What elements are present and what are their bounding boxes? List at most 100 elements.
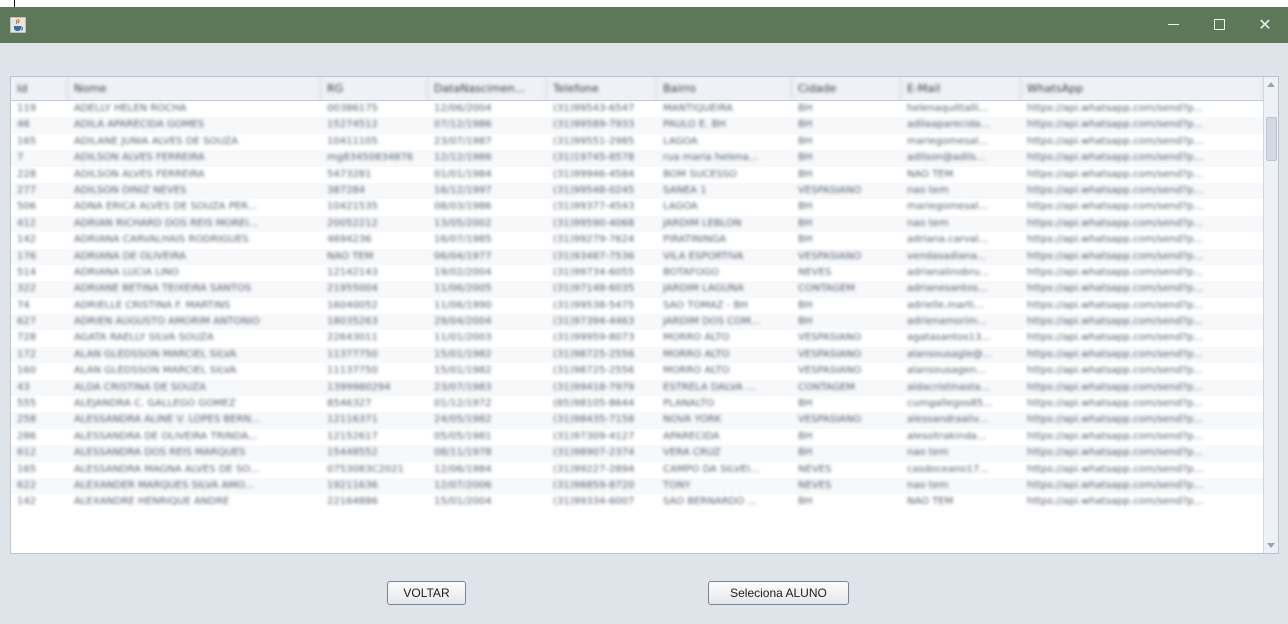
column-header[interactable]: WhatsApp xyxy=(1021,77,1264,100)
table-cell: ADILSON ALVES FERREIRA xyxy=(74,152,205,164)
table-cell: (31)99538-5475 xyxy=(553,299,635,311)
table-cell: (31)98435-7158 xyxy=(553,414,635,426)
table-row[interactable]: 622 ALEXANDER MARQUES SILVA AMO... 1921163… xyxy=(11,477,1264,495)
scrollbar-thumb[interactable] xyxy=(1266,117,1277,161)
table-row[interactable]: 728 AGATA RAELLY SILVA SOUZA 22643011 11/01… xyxy=(11,330,1264,346)
column-header[interactable]: Nome xyxy=(68,77,321,100)
table-row[interactable]: 555 ALEJANDRA C. GALLEGO GOMEZ 8546327 01/1… xyxy=(11,396,1264,412)
table-row[interactable]: 277 ADILSON DINIZ NEVES 387284 16/12/1997 (3… xyxy=(11,182,1264,200)
table-row[interactable]: 412 ADRIAN RICHARD DOS REIS MOREI... 20052… xyxy=(11,215,1264,233)
column-header[interactable]: DataNascimen... xyxy=(428,77,547,100)
table-cell: 119 xyxy=(17,103,37,114)
table-cell: VESPASIANO xyxy=(798,414,862,426)
table-cell: VILA ESPORTIVA xyxy=(663,250,744,262)
minimize-button[interactable] xyxy=(1150,7,1196,43)
table-cell: BOTAFOGO xyxy=(663,266,719,278)
table-cell: 05/05/1981 xyxy=(434,430,492,442)
table-cell: 43 xyxy=(17,381,30,393)
table-cell: JARDIM LAGUNA xyxy=(663,283,744,295)
table-cell: 11137750 xyxy=(327,365,378,377)
table-cell: (31)99590-4068 xyxy=(553,217,635,229)
column-header[interactable]: RG xyxy=(321,77,428,100)
title-bar: ✕ xyxy=(0,7,1288,43)
table-cell: 12/06/1984 xyxy=(434,463,492,475)
column-header[interactable]: Telefone xyxy=(547,77,657,100)
table-cell: 4694236 xyxy=(327,234,372,246)
table-row[interactable]: 165 ALESSANDRA MAGNA ALVES DE SO... 075308… xyxy=(11,462,1264,478)
table-row[interactable]: 322 ADRIANE BETINA TEIXEIRA SANTOS 2195500… xyxy=(11,281,1264,298)
table-cell: ADRIEN AUGUSTO AMORIM ANTONIO xyxy=(74,316,260,328)
table-cell: https://api.whatsapp.com/send?p... xyxy=(1027,217,1204,229)
table-cell: (31)99543-6547 xyxy=(553,103,635,114)
table-row[interactable]: 228 ADILSON ALVES FERREIRA 5473281 01/01/19… xyxy=(11,167,1264,183)
table-cell: 08/11/1978 xyxy=(434,447,492,459)
table-cell: (31)99959-8073 xyxy=(553,332,635,344)
table-cell: 622 xyxy=(17,479,37,491)
column-header[interactable]: E-Mail xyxy=(901,77,1021,100)
table-cell: APARECIDA xyxy=(663,430,720,442)
table-cell: 11/01/2003 xyxy=(434,332,492,344)
table-row[interactable]: 172 ALAN GLEDSSON MARCIEL SILVA 11377750 15… xyxy=(11,346,1264,364)
close-button[interactable]: ✕ xyxy=(1242,7,1288,43)
table-cell: NEVES xyxy=(798,463,832,475)
column-header[interactable]: Bairro xyxy=(657,77,792,100)
maximize-button[interactable] xyxy=(1196,7,1242,43)
table-row[interactable]: 119 ADELLY HELEN ROCHA 00386175 12/06/2004 (… xyxy=(11,101,1264,117)
scroll-down-icon[interactable] xyxy=(1267,543,1275,548)
scroll-up-icon[interactable] xyxy=(1267,82,1275,87)
table-row[interactable]: 612 ALESSANDRA DOS REIS MARQUES 15448552 08… xyxy=(11,445,1264,462)
table-cell: MORRO ALTO xyxy=(663,365,730,377)
table-cell: ADRIAN RICHARD DOS REIS MOREI... xyxy=(74,217,259,229)
table-cell: NAO TEM xyxy=(327,250,374,262)
table-cell: ADILSON ALVES FERREIRA xyxy=(74,168,205,180)
table-cell: 506 xyxy=(17,201,37,213)
table-row[interactable]: 627 ADRIEN AUGUSTO AMORIM ANTONIO 18035263… xyxy=(11,314,1264,331)
voltar-button[interactable]: VOLTAR xyxy=(387,581,466,605)
table-cell: https://api.whatsapp.com/send?p... xyxy=(1027,184,1204,196)
table-cell: adrielle.marti... xyxy=(907,299,984,311)
table-cell: 627 xyxy=(17,316,37,328)
table-row[interactable]: 142 ALEXANDRE HENRIQUE ANDRE 22164886 15/01… xyxy=(11,494,1264,510)
table-row[interactable]: 165 ADILANE JUNIA ALVES DE SOUZA 10411105 2… xyxy=(11,134,1264,150)
table-cell: (85)98105-8644 xyxy=(553,398,635,410)
table-cell: 21955004 xyxy=(327,283,378,295)
table-row[interactable]: 506 ADNA ERICA ALVES DE SOUZA PER... 10421… xyxy=(11,199,1264,215)
seleciona-aluno-button[interactable]: Seleciona ALUNO xyxy=(708,581,849,605)
table-cell: SAO TOMAZ - BH xyxy=(663,299,748,311)
table-cell: https://api.whatsapp.com/send?p... xyxy=(1027,332,1204,344)
table-row[interactable]: 7 ADILSON ALVES FERREIRA mg83450834876 12/1… xyxy=(11,150,1264,167)
table-row[interactable]: 43 ALDA CRISTINA DE SOUZA 1399980294 23/07/… xyxy=(11,379,1264,397)
table-row[interactable]: 514 ADRIANA LUCIA LINO 12142143 19/02/2004 (… xyxy=(11,265,1264,281)
table-cell: mariegomesal... xyxy=(907,201,988,213)
column-header[interactable]: Id xyxy=(11,77,68,100)
table-row[interactable]: 286 ALESSANDRA DE OLIVEIRA TRINDA... 12152… xyxy=(11,429,1264,445)
vertical-scrollbar[interactable] xyxy=(1263,77,1278,553)
students-table[interactable]: Id Nome RG DataNascimen... Telefone Bairro Cid… xyxy=(10,76,1279,554)
table-body: 119 ADELLY HELEN ROCHA 00386175 12/06/2004 (… xyxy=(11,101,1264,511)
table-cell: VESPASIANO xyxy=(798,348,862,360)
table-row[interactable]: 176 ADRIANA DE OLIVEIRA NAO TEM 06/04/1977 (… xyxy=(11,248,1264,265)
table-cell: 0753083C2021 xyxy=(327,463,404,475)
column-header[interactable]: Cidade xyxy=(792,77,901,100)
table-row[interactable]: 142 ADRIANA CARVALHAIS RODRIGUES 4694236 16… xyxy=(11,232,1264,248)
table-row[interactable]: 160 ALAN GLEDSSON MARCIEL SILVA 11137750 15… xyxy=(11,363,1264,379)
table-row[interactable]: 74 ADRIELLE CRISTINA F. MARTINS 16040052 11… xyxy=(11,298,1264,314)
table-cell: 228 xyxy=(17,168,37,180)
table-cell: BH xyxy=(798,119,813,131)
table-cell: 7 xyxy=(17,152,24,164)
table-cell: ALEXANDRE HENRIQUE ANDRE xyxy=(74,496,230,508)
table-cell: 277 xyxy=(17,184,37,196)
table-cell: helenaquittalli... xyxy=(907,103,989,114)
table-cell: BH xyxy=(798,217,813,229)
table-cell: BH xyxy=(798,447,813,459)
table-cell: https://api.whatsapp.com/send?p... xyxy=(1027,348,1204,360)
table-cell: BH xyxy=(798,430,813,442)
table-cell: 11/06/2005 xyxy=(434,283,492,295)
table-cell: 172 xyxy=(17,348,37,360)
table-cell: nao tem xyxy=(907,447,949,459)
table-row[interactable]: 46 ADILA APARECIDA GOMES 15274512 07/12/198… xyxy=(11,117,1264,134)
table-cell: 19/02/2004 xyxy=(434,266,492,278)
table-cell: ALEXANDER MARQUES SILVA AMO... xyxy=(74,479,254,491)
table-row[interactable]: 258 ALESSANDRA ALINE V. LOPES BERN... 1211… xyxy=(11,412,1264,429)
table-cell: https://api.whatsapp.com/send?p... xyxy=(1027,283,1204,295)
